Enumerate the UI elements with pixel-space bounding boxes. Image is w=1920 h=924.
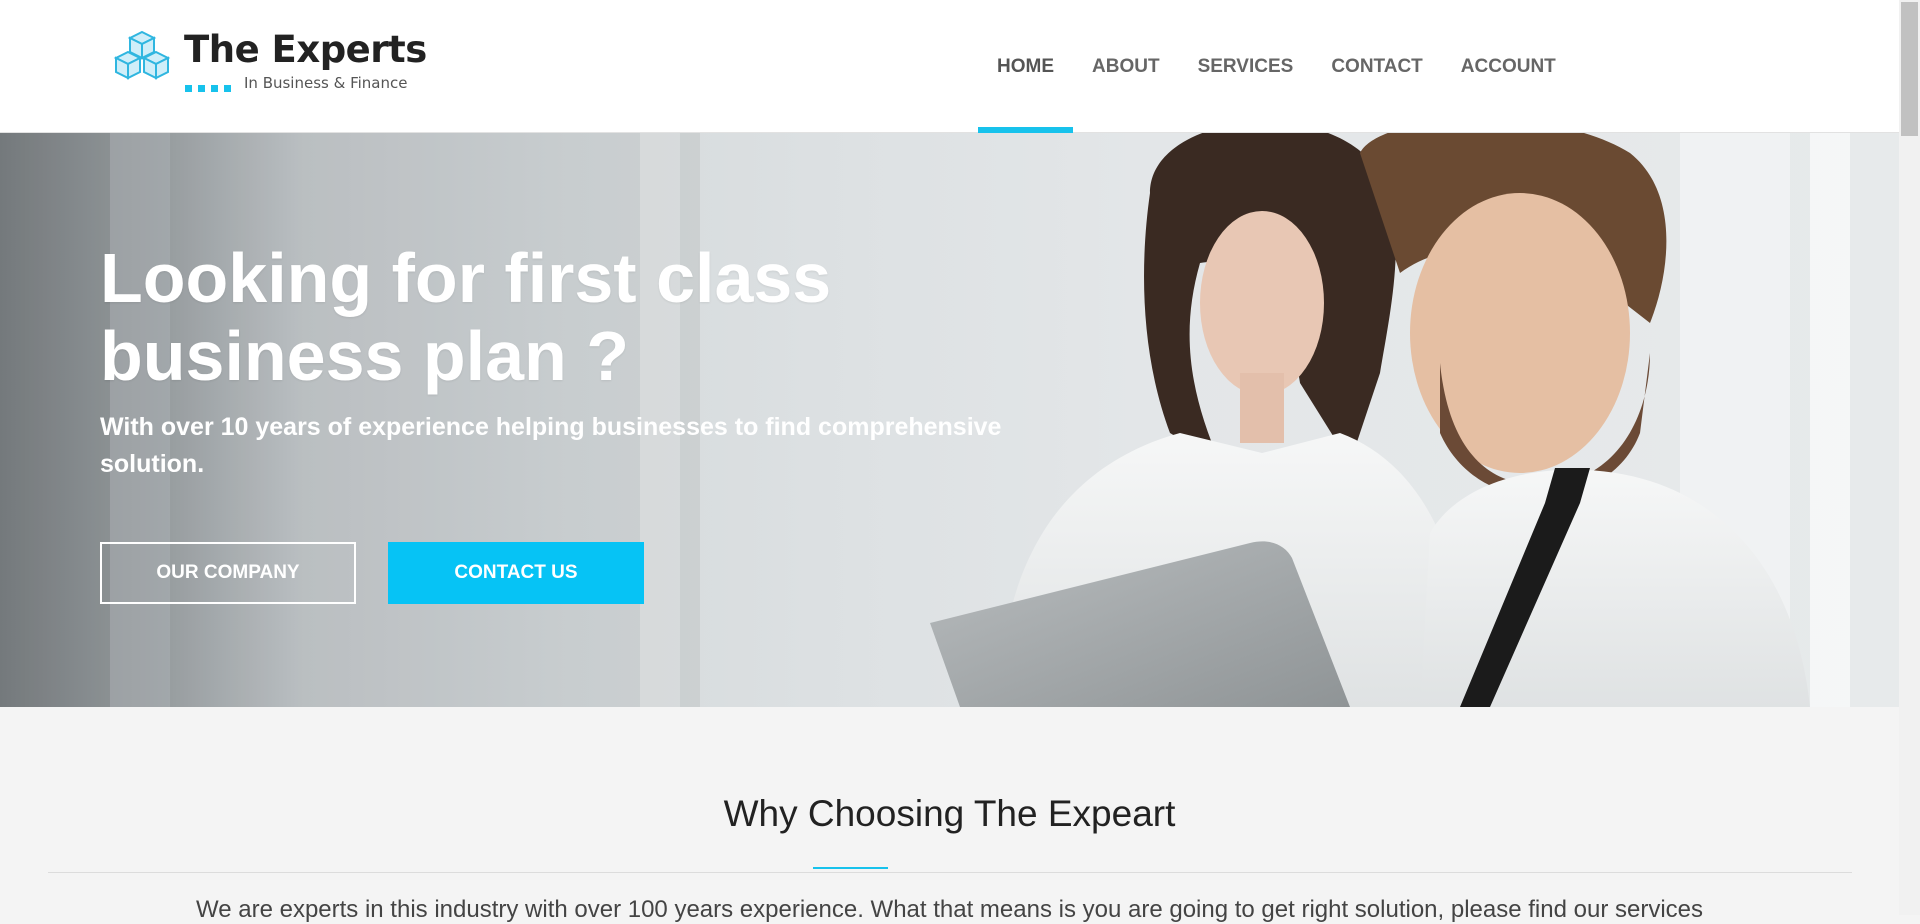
brand-name: The Experts — [184, 28, 427, 71]
section-title: Why Choosing The Expeart — [723, 793, 1176, 834]
hero-title: Looking for first class business plan ? — [100, 239, 1000, 395]
our-company-button[interactable]: OUR COMPANY — [100, 542, 356, 604]
hero-title-line1: Looking for first class — [100, 239, 832, 317]
nav-account[interactable]: ACCOUNT — [1442, 0, 1575, 133]
hero-banner: Looking for first class business plan ? … — [0, 133, 1899, 707]
scrollbar-thumb[interactable] — [1901, 2, 1918, 136]
hero-subtitle: With over 10 years of experience helping… — [100, 413, 1002, 478]
section-divider — [48, 872, 1852, 873]
main-nav: HOME ABOUT SERVICES CONTACT ACCOUNT — [978, 0, 1575, 133]
nav-contact[interactable]: CONTACT — [1312, 0, 1441, 133]
nav-about[interactable]: ABOUT — [1073, 0, 1179, 133]
site-header: The Experts In Business & Finance HOME A… — [0, 0, 1899, 133]
logo[interactable]: The Experts In Business & Finance — [112, 28, 427, 92]
nav-services[interactable]: SERVICES — [1179, 0, 1313, 133]
cubes-icon — [113, 30, 171, 80]
nav-home[interactable]: HOME — [978, 0, 1073, 133]
hero-title-line2: business plan ? — [100, 317, 629, 395]
contact-us-button[interactable]: CONTACT US — [388, 542, 644, 604]
brand-tagline: In Business & Finance — [244, 74, 408, 92]
vertical-scrollbar[interactable] — [1899, 0, 1920, 915]
section-intro-text: We are experts in this industry with ove… — [196, 896, 1703, 923]
logo-dots — [185, 79, 237, 97]
section-title-underline — [813, 867, 888, 869]
